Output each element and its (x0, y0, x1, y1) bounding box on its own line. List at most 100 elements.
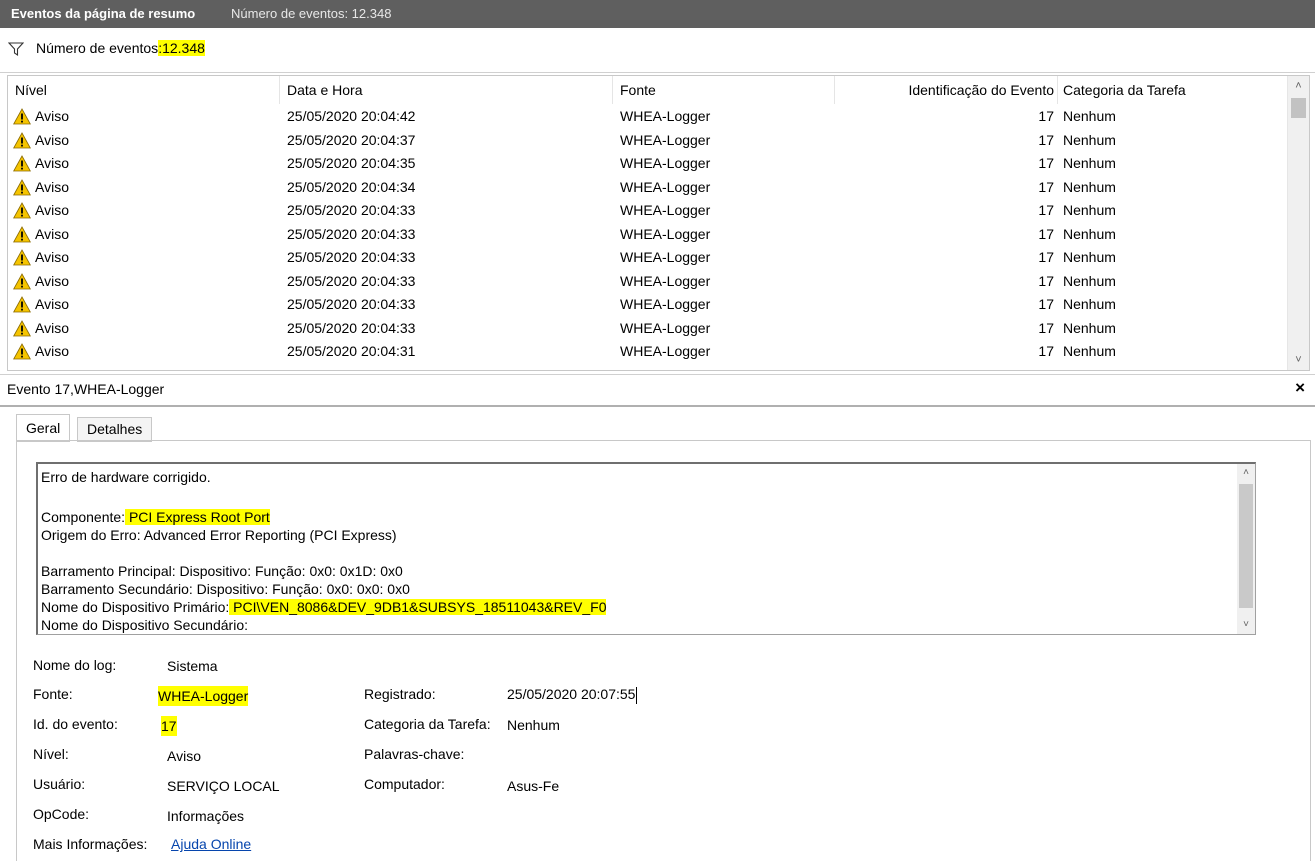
cell-level: Aviso (35, 132, 69, 148)
event-description-box[interactable]: Erro de hardware corrigido. Componente: … (36, 462, 1256, 635)
cell-level: Aviso (35, 108, 69, 124)
cell-event-id: 17 (1038, 108, 1054, 124)
opcode-label: OpCode: (33, 806, 90, 822)
cell-datetime: 25/05/2020 20:04:33 (287, 273, 416, 289)
cell-task-category: Nenhum (1063, 155, 1116, 171)
cell-task-category: Nenhum (1063, 343, 1116, 359)
description-line: Erro de hardware corrigido. (41, 469, 211, 485)
warning-icon (13, 132, 31, 149)
filter-icon[interactable] (8, 41, 24, 57)
cell-event-id: 17 (1038, 179, 1054, 195)
description-line: Barramento Secundário: Dispositivo: Funç… (41, 581, 410, 597)
table-row[interactable]: Aviso 25/05/2020 20:04:33 WHEA-Logger 17 Nen… (8, 293, 1286, 316)
source-value: WHEA-Logger (158, 686, 249, 706)
cell-datetime: 25/05/2020 20:04:35 (287, 155, 416, 171)
table-scrollbar[interactable]: ˄ ˅ (1287, 76, 1309, 370)
table-row[interactable]: Aviso 25/05/2020 20:04:33 WHEA-Logger 17 Nen… (8, 270, 1286, 293)
description-line: Nome do Dispositivo Secundário: (41, 617, 248, 633)
cell-source: WHEA-Logger (620, 273, 711, 289)
cell-datetime: 25/05/2020 20:04:33 (287, 296, 416, 312)
computer-label: Computador: (364, 776, 445, 792)
logged-label: Registrado: (364, 686, 436, 702)
table-row[interactable]: Aviso 25/05/2020 20:04:37 WHEA-Logger 17 Nen… (8, 129, 1286, 152)
column-separator[interactable] (612, 76, 613, 104)
table-row[interactable]: Aviso 25/05/2020 20:04:33 WHEA-Logger 17 Nen… (8, 317, 1286, 340)
table-row[interactable]: Aviso 25/05/2020 20:04:42 WHEA-Logger 17 Nen… (8, 105, 1286, 128)
cell-task-category: Nenhum (1063, 226, 1116, 242)
column-header-level[interactable]: Nível (15, 76, 47, 104)
computer-value: Asus-Fe (507, 778, 560, 794)
cell-event-id: 17 (1038, 320, 1054, 336)
warning-icon (13, 343, 31, 360)
scroll-down-icon[interactable]: ˅ (1237, 616, 1255, 634)
cell-level: Aviso (35, 226, 69, 242)
source-label: Fonte: (33, 686, 73, 702)
cell-level: Aviso (35, 343, 69, 359)
warning-icon (13, 273, 31, 290)
cell-event-id: 17 (1038, 226, 1054, 242)
cell-source: WHEA-Logger (620, 249, 711, 265)
column-separator[interactable] (1057, 76, 1058, 104)
scroll-up-icon[interactable]: ˄ (1288, 76, 1309, 96)
level-label: Nível: (33, 746, 69, 762)
cell-event-id: 17 (1038, 132, 1054, 148)
scroll-up-icon[interactable]: ˄ (1237, 464, 1255, 482)
table-row[interactable]: Aviso 25/05/2020 20:04:31 WHEA-Logger 17 Nen… (8, 340, 1286, 363)
summary-titlebar: Eventos da página de resumo Número de ev… (0, 0, 1315, 28)
cell-event-id: 17 (1038, 249, 1054, 265)
warning-icon (13, 249, 31, 266)
events-table[interactable]: Nível Data e Hora Fonte Identificação do… (7, 75, 1310, 371)
warning-icon (13, 320, 31, 337)
column-header-event-id[interactable]: Identificação do Evento (908, 76, 1054, 104)
cell-source: WHEA-Logger (620, 320, 711, 336)
table-row[interactable]: Aviso 25/05/2020 20:04:35 WHEA-Logger 17 Nen… (8, 152, 1286, 175)
description-line: Componente: PCI Express Root Port (41, 509, 270, 525)
cell-datetime: 25/05/2020 20:04:33 (287, 202, 416, 218)
cell-datetime: 25/05/2020 20:04:33 (287, 320, 416, 336)
level-value: Aviso (167, 748, 201, 764)
user-label: Usuário: (33, 776, 86, 792)
cell-source: WHEA-Logger (620, 132, 711, 148)
warning-icon (13, 296, 31, 313)
column-header-datetime[interactable]: Data e Hora (287, 76, 362, 104)
scroll-down-icon[interactable]: ˅ (1288, 350, 1309, 370)
event-id-label: Id. do evento: (33, 716, 118, 732)
cell-datetime: 25/05/2020 20:04:42 (287, 108, 416, 124)
description-scrollbar[interactable]: ˄ ˅ (1237, 464, 1255, 634)
event-id-value: 17 (161, 716, 177, 736)
cell-source: WHEA-Logger (620, 343, 711, 359)
description-line: Origem do Erro: Advanced Error Reporting… (41, 527, 397, 543)
event-count-label: Número de eventos:12.348 (36, 40, 205, 56)
keywords-label: Palavras-chave: (364, 746, 465, 762)
close-icon[interactable]: × (1295, 378, 1305, 398)
cell-task-category: Nenhum (1063, 108, 1116, 124)
column-header-source[interactable]: Fonte (620, 76, 656, 104)
tab-page-geral: Erro de hardware corrigido. Componente: … (16, 440, 1311, 861)
event-detail-title: Evento 17,WHEA-Logger (7, 381, 165, 397)
table-row[interactable]: Aviso 25/05/2020 20:04:33 WHEA-Logger 17 Nen… (8, 223, 1286, 246)
table-row[interactable]: Aviso 25/05/2020 20:04:33 WHEA-Logger 17 Nen… (8, 199, 1286, 222)
cell-level: Aviso (35, 320, 69, 336)
user-value: SERVIÇO LOCAL (167, 778, 280, 794)
column-separator[interactable] (279, 76, 280, 104)
titlebar-title: Eventos da página de resumo (11, 6, 196, 21)
cell-datetime: 25/05/2020 20:04:33 (287, 226, 416, 242)
logged-value[interactable]: 25/05/2020 20:07:55 (507, 684, 638, 704)
cell-task-category: Nenhum (1063, 273, 1116, 289)
tab-detalhes[interactable]: Detalhes (77, 417, 153, 442)
table-row[interactable]: Aviso 25/05/2020 20:04:34 WHEA-Logger 17 Nen… (8, 176, 1286, 199)
scroll-thumb[interactable] (1239, 484, 1253, 608)
log-name-label: Nome do log: (33, 657, 117, 673)
cell-task-category: Nenhum (1063, 179, 1116, 195)
cell-level: Aviso (35, 296, 69, 312)
component-value: PCI Express Root Port (125, 509, 270, 525)
filter-bar: Número de eventos:12.348 (0, 30, 1315, 73)
cell-event-id: 17 (1038, 155, 1054, 171)
cell-source: WHEA-Logger (620, 155, 711, 171)
scroll-thumb[interactable] (1291, 98, 1306, 118)
tab-geral[interactable]: Geral (16, 414, 71, 442)
help-online-link[interactable]: Ajuda Online (171, 834, 251, 854)
column-header-task-category[interactable]: Categoria da Tarefa (1063, 76, 1186, 104)
column-separator[interactable] (834, 76, 835, 104)
table-row[interactable]: Aviso 25/05/2020 20:04:33 WHEA-Logger 17 Nen… (8, 246, 1286, 269)
